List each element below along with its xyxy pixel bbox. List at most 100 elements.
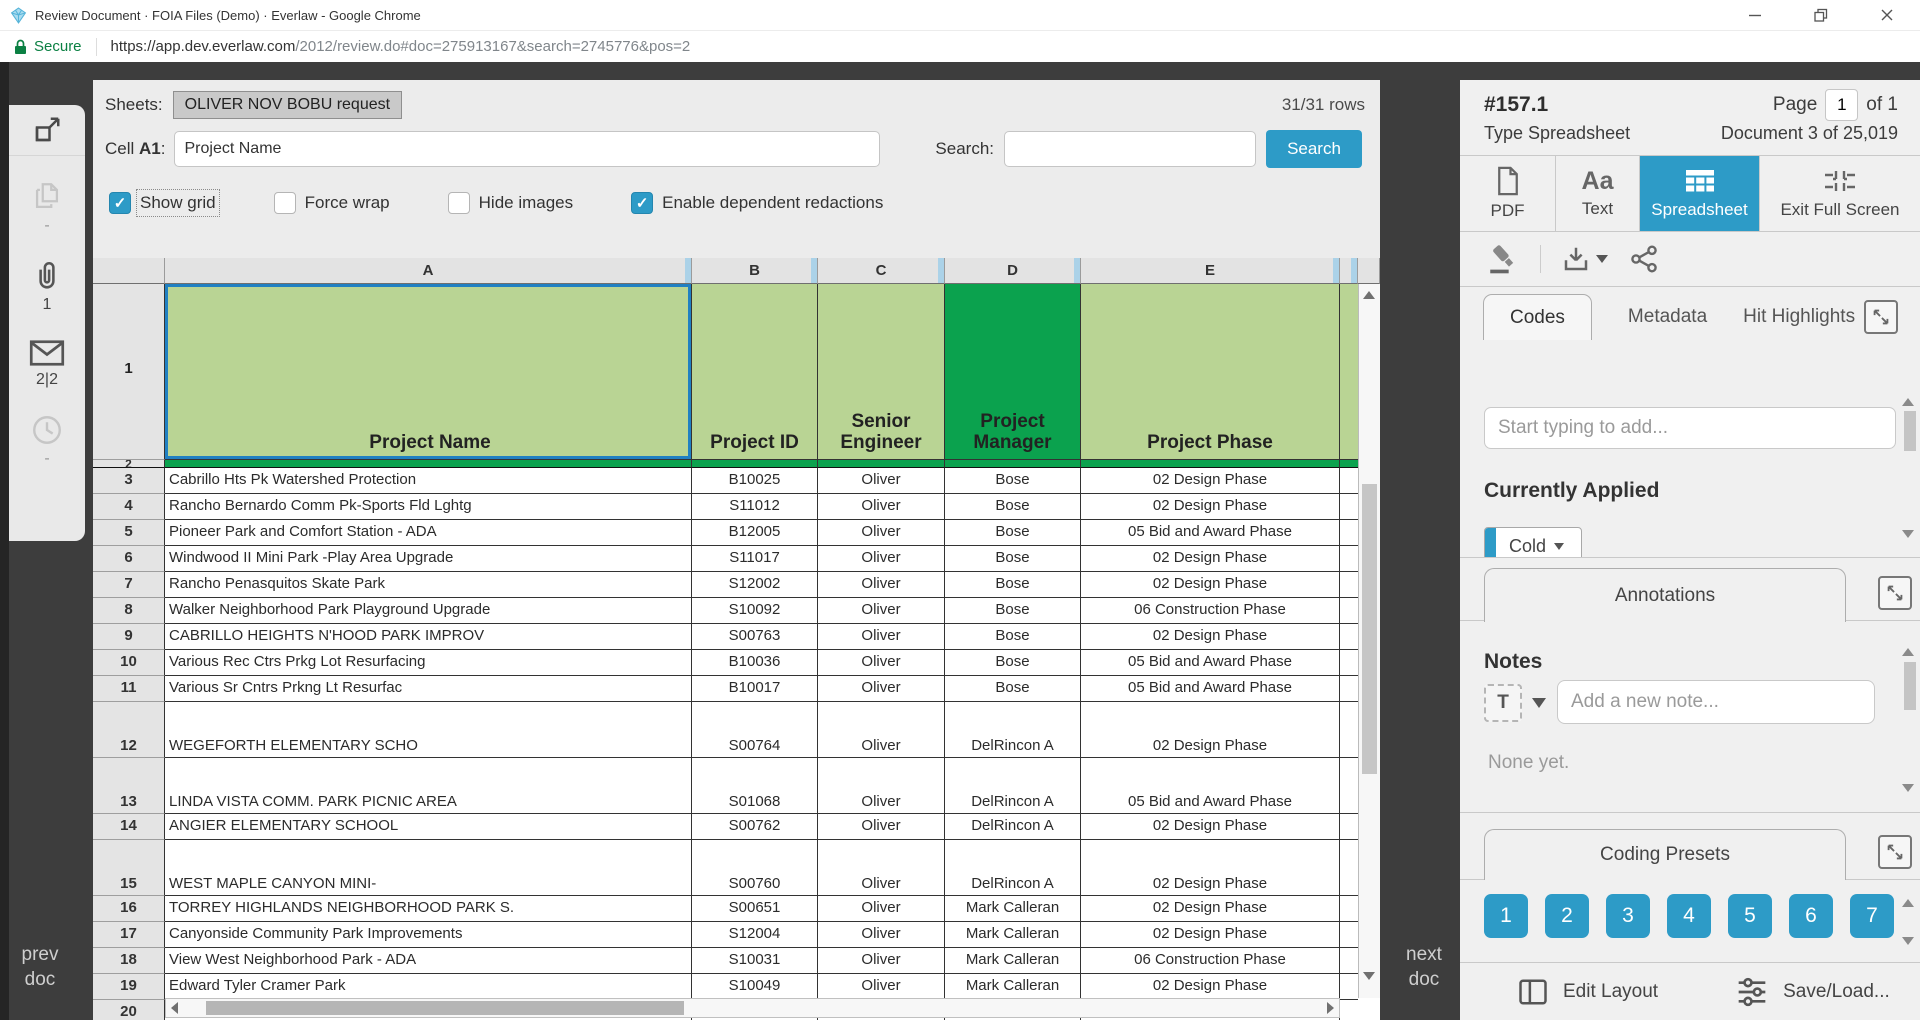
cell-project-manager[interactable]: Mark Calleran [945,896,1081,922]
row-number[interactable]: 4 [93,494,165,520]
presets-scroll-up[interactable] [1902,899,1914,907]
cell-project-name[interactable]: LINDA VISTA COMM. PARK PICNIC AREA [165,758,692,814]
cell-project-id[interactable]: S10049 [692,974,818,1000]
row-number[interactable]: 3 [93,468,165,494]
cell-project-id[interactable]: S01068 [692,758,818,814]
row-number[interactable]: 12 [93,702,165,758]
sheet-search-button[interactable]: Search [1266,130,1362,168]
notes-scroll-thumb[interactable] [1904,662,1916,710]
cell-partial[interactable] [1340,520,1358,546]
row-number[interactable]: 15 [93,840,165,896]
row-number[interactable]: 7 [93,572,165,598]
coding-preset-button[interactable]: 2 [1545,894,1589,938]
cell-project-manager[interactable]: Bose [945,546,1081,572]
share-icon[interactable] [1628,243,1660,275]
scroll-left-arrow[interactable] [171,1002,178,1014]
tab-coding-presets[interactable]: Coding Presets [1484,829,1846,880]
cell-project-id[interactable]: S00762 [692,814,818,840]
cell-project-id[interactable]: S00764 [692,702,818,758]
cell-partial[interactable] [1340,702,1358,758]
view-spreadsheet-button[interactable]: Spreadsheet [1640,156,1760,231]
row-number[interactable]: 2 [93,460,165,468]
horizontal-scrollbar[interactable] [165,998,1340,1018]
cell-project-id[interactable]: S00651 [692,896,818,922]
cell-d1[interactable]: Project Manager [945,284,1081,460]
column-resize-handle[interactable] [685,258,691,283]
cell-partial[interactable] [1340,546,1358,572]
cell-project-manager[interactable]: Bose [945,650,1081,676]
save-load-button[interactable]: Save/Load... [1736,977,1890,1007]
cell-project-name[interactable]: Edward Tyler Cramer Park [165,974,692,1000]
exit-full-screen-button[interactable]: Exit Full Screen [1760,156,1920,231]
cell-senior-engineer[interactable]: Oliver [818,624,945,650]
cell-senior-engineer[interactable]: Oliver [818,468,945,494]
redaction-highlighter-icon[interactable] [1486,242,1520,276]
checkbox-icon[interactable]: ✓ [274,192,296,214]
cell-c1[interactable]: Senior Engineer [818,284,945,460]
sheet-search-input[interactable] [1004,131,1256,167]
cell-project-name[interactable]: Rancho Penasquitos Skate Park [165,572,692,598]
column-resize-handle[interactable] [1074,258,1080,283]
cell-project-phase[interactable]: 02 Design Phase [1081,922,1340,948]
cell-project-phase[interactable]: 02 Design Phase [1081,840,1340,896]
cell-partial[interactable] [1340,896,1358,922]
tab-annotations[interactable]: Annotations [1484,568,1846,622]
cell-project-id[interactable]: S12004 [692,922,818,948]
cell-project-id[interactable]: B10025 [692,468,818,494]
sidebar-item-attachments[interactable]: 1 [9,259,85,314]
next-doc-button[interactable]: next doc [1396,942,1452,992]
cell-senior-engineer[interactable]: Oliver [818,758,945,814]
cell-project-phase[interactable]: 02 Design Phase [1081,814,1340,840]
cell-project-phase[interactable]: 05 Bid and Award Phase [1081,758,1340,814]
cell-project-manager[interactable]: DelRincon A [945,702,1081,758]
toolbar-checkbox[interactable]: ✓ Show grid [109,192,216,214]
tab-hit-highlights[interactable]: Hit Highlights [1743,306,1855,328]
cell-project-phase[interactable]: 02 Design Phase [1081,702,1340,758]
notes-scroll-down[interactable] [1902,784,1914,792]
cell-partial[interactable] [1340,676,1358,702]
cell-partial[interactable] [1340,974,1358,1000]
vertical-scrollbar[interactable] [1358,284,1380,998]
cell-senior-engineer[interactable]: Oliver [818,896,945,922]
expand-presets-icon[interactable] [1878,835,1912,869]
cell-a1-selected[interactable]: Project Name [165,284,692,460]
cell-project-id[interactable]: S12002 [692,572,818,598]
cell-project-manager[interactable]: Bose [945,494,1081,520]
cell-project-id[interactable]: S11012 [692,494,818,520]
view-text-button[interactable]: Aa Text [1556,156,1640,231]
cell-senior-engineer[interactable]: Oliver [818,922,945,948]
toolbar-checkbox[interactable]: ✓ Enable dependent redactions [631,192,883,214]
cell-project-manager[interactable]: DelRincon A [945,814,1081,840]
cell-partial[interactable] [1340,948,1358,974]
column-header-a[interactable]: A [165,258,692,284]
cell-project-name[interactable]: ANGIER ELEMENTARY SCHOOL [165,814,692,840]
cell-project-manager[interactable]: Bose [945,624,1081,650]
cell-senior-engineer[interactable]: Oliver [818,494,945,520]
cell-partial[interactable] [1340,572,1358,598]
row-number[interactable]: 10 [93,650,165,676]
cell-project-id[interactable]: S10031 [692,948,818,974]
codes-scroll-down[interactable] [1902,530,1914,538]
cell-project-phase[interactable]: 06 Construction Phase [1081,948,1340,974]
row-number[interactable]: 20 [93,1000,165,1020]
coding-preset-button[interactable]: 5 [1728,894,1772,938]
cell-partial[interactable] [1340,814,1358,840]
expand-annotations-icon[interactable] [1878,576,1912,610]
cell-senior-engineer[interactable]: Oliver [818,520,945,546]
cell-project-phase[interactable]: 02 Design Phase [1081,546,1340,572]
cell-senior-engineer[interactable]: Oliver [818,974,945,1000]
row-number[interactable]: 1 [93,284,165,460]
cell-partial[interactable] [1340,468,1358,494]
cell-project-phase[interactable]: 02 Design Phase [1081,624,1340,650]
sheet-tab[interactable]: OLIVER NOV BOBU request [173,91,402,119]
cell-project-manager[interactable]: Bose [945,598,1081,624]
cell-project-phase[interactable]: 06 Construction Phase [1081,598,1340,624]
cell-project-phase[interactable]: 05 Bid and Award Phase [1081,650,1340,676]
cell-partial[interactable] [1340,494,1358,520]
checkbox-icon[interactable]: ✓ [109,192,131,214]
coding-preset-button[interactable]: 3 [1606,894,1650,938]
column-header-partial[interactable] [1340,258,1358,284]
column-resize-handle[interactable] [811,258,817,283]
tab-metadata[interactable]: Metadata [1628,306,1707,328]
coding-preset-button[interactable]: 7 [1850,894,1894,938]
